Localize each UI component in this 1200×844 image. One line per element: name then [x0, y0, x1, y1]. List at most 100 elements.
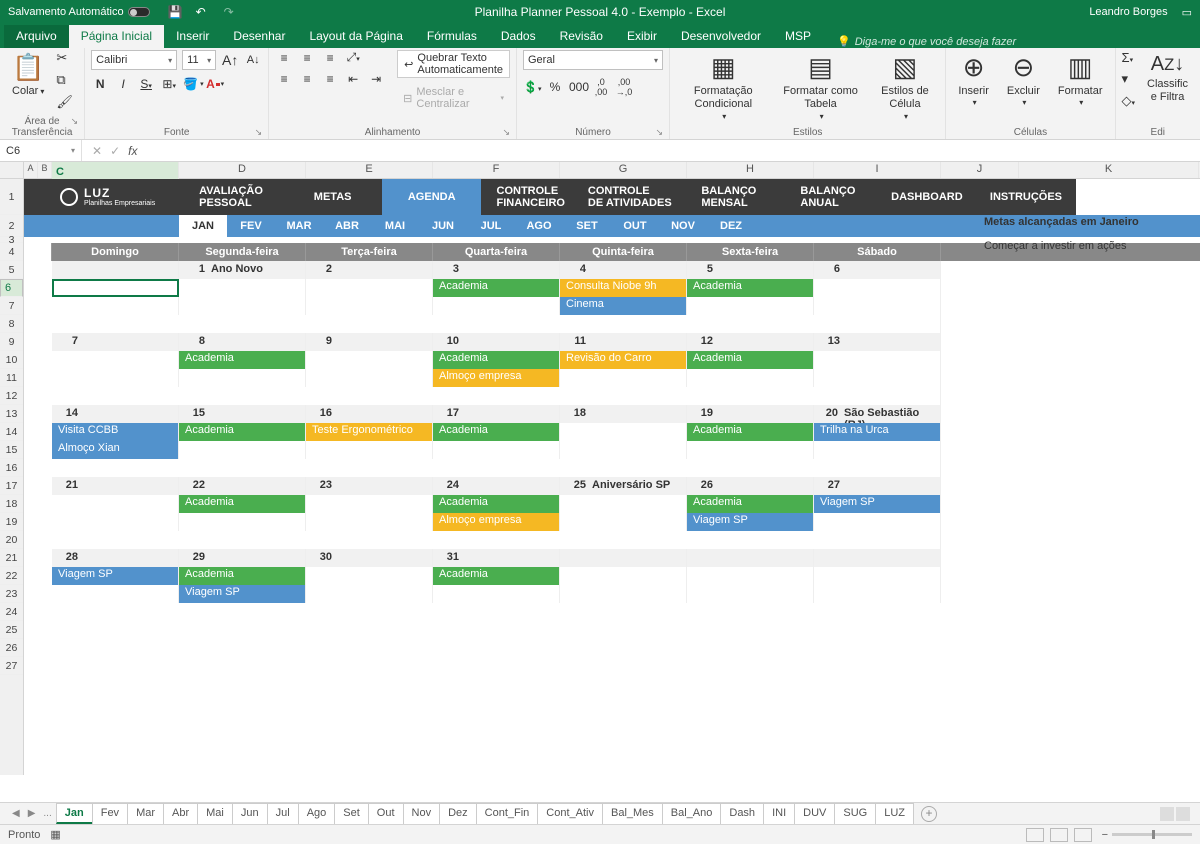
event-cell[interactable]	[687, 585, 814, 603]
tab-nav-dots[interactable]: ...	[39, 808, 55, 819]
bold-button[interactable]: N	[91, 77, 109, 91]
dialog-launcher-icon[interactable]: ↘	[502, 127, 510, 138]
sheet-tab-abr[interactable]: Abr	[163, 803, 198, 824]
month-fev[interactable]: FEV	[227, 215, 275, 237]
day-cell[interactable]: 29	[179, 549, 306, 567]
event-cell[interactable]	[814, 351, 941, 369]
comma-format-icon[interactable]: 000	[569, 80, 587, 94]
row-header-12[interactable]: 12	[0, 387, 23, 405]
event-cell[interactable]: Viagem SP	[179, 585, 306, 603]
event-cell[interactable]: Viagem SP	[814, 495, 941, 513]
select-all-corner[interactable]	[0, 162, 24, 178]
col-header-G[interactable]: G	[560, 162, 687, 178]
enter-formula-icon[interactable]: ✓	[110, 144, 120, 158]
day-cell[interactable]: 26	[687, 477, 814, 495]
row-header-20[interactable]: 20	[0, 531, 23, 549]
number-format-select[interactable]: Geral▾	[523, 50, 663, 70]
align-left-icon[interactable]: ≡	[275, 72, 293, 86]
format-as-table-button[interactable]: ▤Formatar como Tabela▾	[777, 50, 865, 123]
row-header-18[interactable]: 18	[0, 495, 23, 513]
nav-controle-de-atividades[interactable]: CONTROLEDE ATIVIDADES	[580, 179, 679, 215]
event-cell[interactable]: Academia	[179, 567, 306, 585]
row-header-23[interactable]: 23	[0, 585, 23, 603]
undo-icon[interactable]: ↶	[196, 5, 210, 19]
nav-metas[interactable]: METAS	[283, 179, 382, 215]
event-cell[interactable]: Almoço Xian	[52, 441, 179, 459]
fill-icon[interactable]: ▾	[1122, 71, 1136, 87]
day-cell[interactable]: 14	[52, 405, 179, 423]
event-cell[interactable]: Academia	[687, 423, 814, 441]
day-cell[interactable]: 10	[433, 333, 560, 351]
nav-balan-o-mensal[interactable]: BALANÇOMENSAL	[679, 179, 778, 215]
save-icon[interactable]: 💾	[168, 5, 182, 19]
hscroll-left-icon[interactable]	[1160, 807, 1174, 821]
row-header-9[interactable]: 9	[0, 333, 23, 351]
col-header-J[interactable]: J	[941, 162, 1019, 178]
align-center-icon[interactable]: ≡	[298, 72, 316, 86]
hscroll-right-icon[interactable]	[1176, 807, 1190, 821]
day-cell[interactable]: 4	[560, 261, 687, 279]
event-cell[interactable]	[52, 279, 179, 297]
sheet-tab-fev[interactable]: Fev	[92, 803, 128, 824]
sheet-tab-dash[interactable]: Dash	[720, 803, 764, 824]
day-cell[interactable]: 9	[306, 333, 433, 351]
event-cell[interactable]	[52, 351, 179, 369]
month-jul[interactable]: JUL	[467, 215, 515, 237]
tab-home[interactable]: Página Inicial	[69, 25, 164, 48]
event-cell[interactable]	[433, 297, 560, 315]
align-right-icon[interactable]: ≡	[321, 72, 339, 86]
col-header-A[interactable]: A	[24, 162, 38, 178]
sheet-tab-out[interactable]: Out	[368, 803, 404, 824]
day-cell[interactable]: 13	[814, 333, 941, 351]
month-mai[interactable]: MAI	[371, 215, 419, 237]
day-cell[interactable]: 21	[52, 477, 179, 495]
day-cell[interactable]: 12	[687, 333, 814, 351]
underline-button[interactable]: S▾	[137, 77, 155, 91]
event-cell[interactable]	[179, 297, 306, 315]
event-cell[interactable]: Visita CCBB	[52, 423, 179, 441]
day-cell[interactable]: 8	[179, 333, 306, 351]
event-cell[interactable]: Consulta Niobe 9h	[560, 279, 687, 297]
day-cell[interactable]: 22	[179, 477, 306, 495]
event-cell[interactable]: Academia	[433, 351, 560, 369]
event-cell[interactable]	[52, 297, 179, 315]
cancel-formula-icon[interactable]: ✕	[92, 144, 102, 158]
tab-nav-next-icon[interactable]: ▶	[24, 808, 40, 819]
autosum-icon[interactable]: Σ▾	[1122, 50, 1136, 65]
tab-insert[interactable]: Inserir	[164, 25, 221, 48]
event-cell[interactable]	[814, 567, 941, 585]
day-cell[interactable]: 24	[433, 477, 560, 495]
tell-me-search[interactable]: 💡Diga-me o que você deseja fazer	[837, 35, 1016, 48]
event-cell[interactable]	[560, 513, 687, 531]
format-cells-button[interactable]: ▥Formatar▾	[1052, 50, 1109, 110]
day-cell[interactable]: 7	[52, 333, 179, 351]
sort-filter-button[interactable]: AZ↓Classifice Filtra	[1141, 50, 1194, 106]
dialog-launcher-icon[interactable]: ↘	[655, 127, 663, 138]
day-cell[interactable]: 17	[433, 405, 560, 423]
row-header-15[interactable]: 15	[0, 441, 23, 459]
event-cell[interactable]: Teste Ergonométrico	[306, 423, 433, 441]
increase-decimal-icon[interactable]: ,0,00	[592, 77, 610, 97]
sheet-tab-bal_ano[interactable]: Bal_Ano	[662, 803, 722, 824]
day-cell[interactable]: 31	[433, 549, 560, 567]
col-header-E[interactable]: E	[306, 162, 433, 178]
event-cell[interactable]	[179, 441, 306, 459]
day-cell[interactable]: 11	[560, 333, 687, 351]
cut-icon[interactable]: ✂	[56, 50, 73, 66]
merge-center-button[interactable]: ⊟Mesclar e Centralizar▾	[397, 85, 510, 111]
copy-icon[interactable]: ⧉	[56, 72, 73, 88]
sheet-tab-set[interactable]: Set	[334, 803, 369, 824]
tab-file[interactable]: Arquivo	[4, 25, 69, 48]
sheet-tab-dez[interactable]: Dez	[439, 803, 477, 824]
event-cell[interactable]	[687, 441, 814, 459]
day-cell[interactable]	[687, 549, 814, 567]
nav-dashboard[interactable]: DASHBOARD	[877, 179, 976, 215]
month-mar[interactable]: MAR	[275, 215, 323, 237]
event-cell[interactable]	[560, 567, 687, 585]
event-cell[interactable]	[560, 423, 687, 441]
align-top-icon[interactable]: ≡	[275, 51, 293, 65]
row-header-26[interactable]: 26	[0, 639, 23, 657]
row-header-1[interactable]: 1	[0, 179, 23, 215]
page-layout-view-icon[interactable]	[1050, 828, 1068, 842]
fill-color-button[interactable]: 🪣▾	[183, 77, 201, 91]
